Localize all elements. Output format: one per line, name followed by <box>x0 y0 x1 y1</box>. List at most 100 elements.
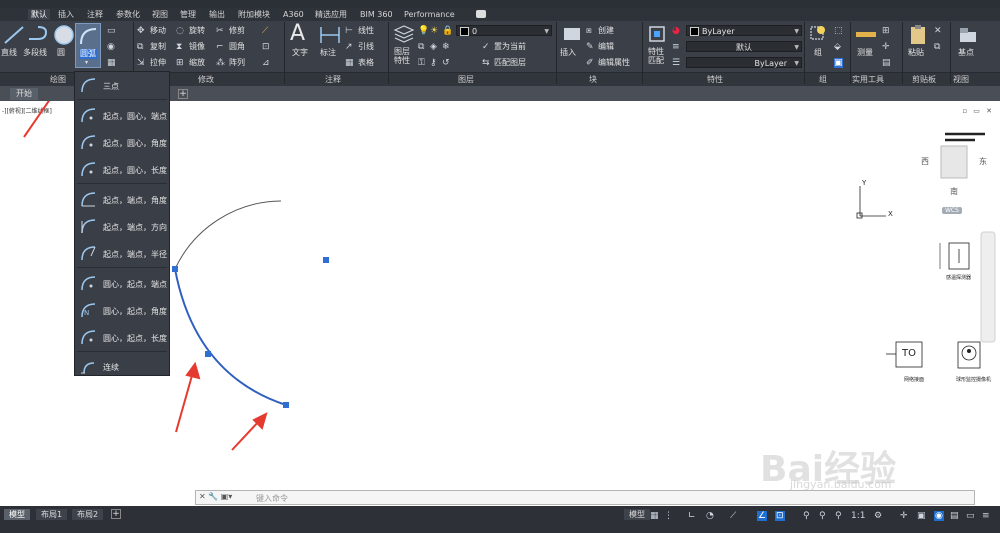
edit-button[interactable]: 编辑 <box>598 42 614 52</box>
leader-icon[interactable]: ↗ <box>345 42 353 52</box>
tab-a360[interactable]: A360 <box>283 9 304 20</box>
command-line-controls[interactable]: ✕ 🔧 ▣▾ <box>199 492 232 501</box>
snap-icon[interactable]: ⋮ <box>664 511 673 521</box>
menu-arc-three-point[interactable]: 三点 <box>77 72 167 98</box>
ungroup-icon[interactable]: ⬚ <box>834 26 843 36</box>
annotation-visibility-icon[interactable]: ⚲ <box>803 511 810 521</box>
menu-arc-continue[interactable]: 连续 <box>77 353 167 379</box>
layout-tab-layout2[interactable]: 布局2 <box>72 509 104 520</box>
auto-scale-icon[interactable]: ⚲ <box>819 511 826 521</box>
stretch-icon[interactable]: ⇲ <box>137 58 145 68</box>
trim-button[interactable]: 修剪 <box>229 26 245 36</box>
groups-panel-title[interactable]: 组 <box>819 75 827 85</box>
annotation-scale-icon[interactable]: ⚲ <box>835 511 842 521</box>
tab-manage[interactable]: 管理 <box>180 9 196 20</box>
offset-icon[interactable]: ⊿ <box>262 58 270 68</box>
group-button-label[interactable]: 组 <box>814 48 822 58</box>
edit-attributes-button[interactable]: 编辑属性 <box>598 58 630 68</box>
group-icon[interactable] <box>806 22 830 44</box>
linetype-icon[interactable]: ☰ <box>672 58 680 68</box>
tab-parametric[interactable]: 参数化 <box>116 9 140 20</box>
menu-arc-center-start-angle[interactable]: N 圆心，起点，角度 <box>77 297 167 323</box>
ortho-icon[interactable]: ∟ <box>688 511 696 521</box>
tab-featured-apps[interactable]: 精选应用 <box>315 9 347 20</box>
array-button[interactable]: 阵列 <box>229 58 245 68</box>
cut-icon[interactable]: ✕ <box>934 26 942 36</box>
insert-block-icon[interactable] <box>560 24 584 46</box>
new-tab-plus-icon[interactable]: + <box>178 89 188 99</box>
polyline-icon[interactable] <box>26 24 50 46</box>
tab-output[interactable]: 输出 <box>209 9 225 20</box>
view-panel-title[interactable]: 视图 <box>953 75 969 85</box>
hardware-acceleration-icon[interactable]: ▤ <box>950 511 959 521</box>
layer-off-icon[interactable]: ◈ <box>430 42 437 52</box>
edit-attributes-icon[interactable]: ✐ <box>586 58 594 68</box>
tab-performance[interactable]: Performance <box>404 9 455 20</box>
scale-icon[interactable]: ⊞ <box>176 58 184 68</box>
layer-lock-icon[interactable]: ⚿ <box>418 58 425 68</box>
bulb-icon[interactable]: 💡 <box>418 26 429 36</box>
properties-panel-title[interactable]: 特性 <box>707 75 723 85</box>
menu-arc-start-end-radius[interactable]: 起点，端点，半径 <box>77 240 167 266</box>
lineweight-icon[interactable]: ≡ <box>672 42 680 52</box>
base-button-label[interactable]: 基点 <box>958 48 974 58</box>
dimension-button-label[interactable]: 标注 <box>320 48 336 58</box>
workspace-gear-icon[interactable]: ⚙ <box>874 511 882 521</box>
clipboard-panel-title[interactable]: 剪贴板 <box>912 75 936 85</box>
tab-start[interactable]: 开始 <box>10 88 38 100</box>
table-button[interactable]: 表格 <box>358 58 374 68</box>
layers-panel-title[interactable]: 图层 <box>458 75 474 85</box>
line-icon[interactable] <box>2 24 26 46</box>
trim-icon[interactable]: ✂ <box>216 26 224 36</box>
fillet-icon[interactable]: ⌐ <box>216 42 224 52</box>
viewcube-face[interactable] <box>940 145 968 179</box>
rotate-icon[interactable]: ◌ <box>176 26 184 36</box>
create-button[interactable]: 创建 <box>598 26 614 36</box>
leader-button[interactable]: 引线 <box>358 42 374 52</box>
layer-unlock-icon[interactable]: ⚷ <box>430 58 437 68</box>
dimension-icon[interactable] <box>318 24 342 46</box>
layout-tab-model[interactable]: 模型 <box>4 509 30 520</box>
command-line[interactable]: ✕ 🔧 ▣▾ 键入命令 <box>195 490 975 505</box>
linear-button[interactable]: 线性 <box>358 26 374 36</box>
table-icon[interactable]: ▦ <box>345 58 354 68</box>
clean-screen-icon[interactable]: ▭ <box>966 511 975 521</box>
layer-previous-icon[interactable]: ↺ <box>442 58 450 68</box>
arc-mid-grip[interactable] <box>205 351 211 357</box>
copy-clip-icon[interactable]: ⧉ <box>934 42 940 52</box>
menu-arc-center-start-end[interactable]: 圆心，起点，端点 <box>77 270 167 296</box>
circle-icon[interactable] <box>52 24 76 46</box>
gradient-icon[interactable]: ▦ <box>107 58 116 68</box>
paste-button-label[interactable]: 粘贴 <box>908 48 924 58</box>
line-button-label[interactable]: 直线 <box>1 48 17 58</box>
rotate-button[interactable]: 旋转 <box>189 26 205 36</box>
wcs-menu[interactable]: WCS <box>942 207 962 214</box>
polar-icon[interactable]: ◔ <box>706 511 714 521</box>
polyline-button-label[interactable]: 多段线 <box>23 48 47 58</box>
grid-icon[interactable]: ▦ <box>650 511 659 521</box>
match-properties-label[interactable]: 特性 匹配 <box>648 47 664 65</box>
arc-start-grip[interactable] <box>172 266 178 272</box>
move-button[interactable]: 移动 <box>150 26 166 36</box>
base-view-icon[interactable] <box>956 24 980 46</box>
arc-center-grip[interactable] <box>323 257 329 263</box>
set-current-icon[interactable]: ✓ <box>482 42 490 52</box>
match-layer-button[interactable]: 匹配图层 <box>494 58 526 68</box>
lineweight-dropdown[interactable]: ByLayer ▼ <box>686 57 802 68</box>
viewcube-east[interactable]: 东 <box>979 156 987 167</box>
utilities-panel-title[interactable]: 实用工具 <box>852 75 884 85</box>
layer-dropdown[interactable]: 0 ▼ <box>456 25 552 36</box>
stretch-button[interactable]: 拉伸 <box>150 58 166 68</box>
dynamic-input-icon[interactable]: ∠ <box>757 511 768 521</box>
copy-icon[interactable]: ⧉ <box>137 42 143 52</box>
isolate-objects-icon[interactable]: ◉ <box>934 511 944 521</box>
group-edit-icon[interactable]: ⬙ <box>834 42 841 52</box>
menu-arc-start-end-angle[interactable]: 起点，端点，角度 <box>77 186 167 212</box>
layer-isolate-icon[interactable]: ⧉ <box>418 42 424 52</box>
rectangle-icon[interactable]: ▭ <box>107 26 116 36</box>
select-all-icon[interactable]: ⊞ <box>882 26 890 36</box>
block-panel-title[interactable]: 块 <box>589 75 597 85</box>
menu-arc-start-center-end[interactable]: 起点，圆心，端点 <box>77 102 167 128</box>
tab-addins[interactable]: 附加模块 <box>238 9 270 20</box>
viewcube-west[interactable]: 西 <box>921 156 929 167</box>
